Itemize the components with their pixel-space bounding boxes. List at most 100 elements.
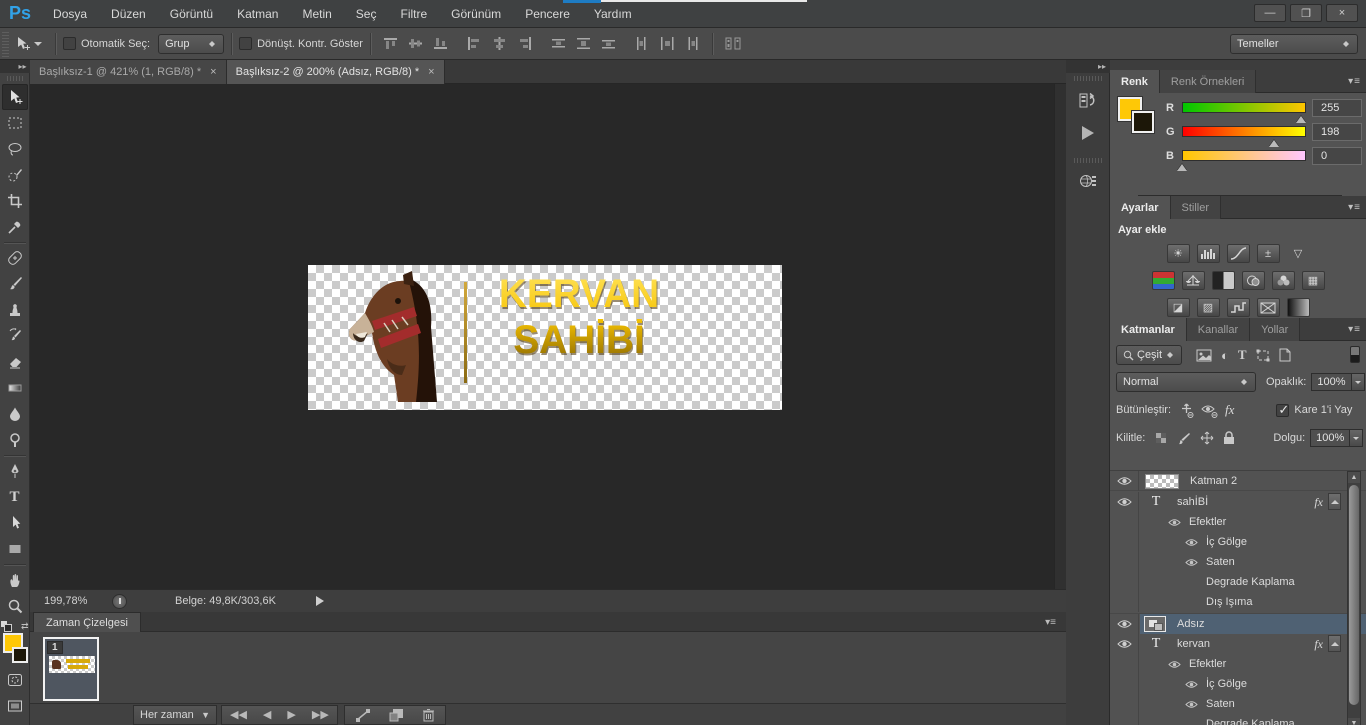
expand-dock-icon[interactable]: ▸▸ (1066, 60, 1110, 73)
previous-frame-button[interactable]: ◀ (263, 708, 271, 721)
color-balance-icon[interactable] (1181, 271, 1205, 290)
auto-select-checkbox[interactable] (63, 37, 76, 50)
adjustments-panel-menu-icon[interactable]: ▾≡ (1348, 202, 1361, 213)
healing-brush-tool[interactable] (2, 245, 28, 271)
effect-row-degrade[interactable]: Degrade Kaplama (1110, 714, 1366, 725)
swap-colors-icon[interactable]: ⇄ (21, 621, 29, 632)
tab-katmanlar[interactable]: Katmanlar (1110, 318, 1187, 341)
gradient-map-icon[interactable] (1286, 298, 1310, 317)
red-slider-thumb[interactable] (1296, 111, 1306, 123)
layer-filtering-toggle[interactable] (1350, 346, 1360, 363)
show-transform-controls-checkbox[interactable] (239, 37, 253, 50)
distribute-vertical-centers-icon[interactable] (576, 37, 591, 50)
scroll-up-icon[interactable]: ▲ (1348, 472, 1360, 483)
filter-smart-objects-icon[interactable] (1279, 348, 1291, 362)
fill-dropdown-button[interactable] (1350, 429, 1364, 447)
first-frame-button[interactable]: ◀◀ (230, 708, 247, 721)
tab-renk-ornekleri[interactable]: Renk Örnekleri (1159, 70, 1257, 93)
brush-tool[interactable] (2, 271, 28, 297)
exposure-icon[interactable]: ± (1256, 244, 1280, 263)
dodge-tool[interactable] (2, 427, 28, 453)
opacity-dropdown-button[interactable] (1351, 373, 1365, 391)
hue-saturation-icon[interactable] (1151, 271, 1175, 290)
align-vertical-centers-icon[interactable] (408, 37, 423, 50)
visibility-toggle[interactable] (1110, 634, 1139, 654)
scrollbar-thumb[interactable] (1349, 485, 1359, 705)
close-tab-icon[interactable]: × (428, 66, 434, 78)
layer-thumbnail[interactable] (1145, 473, 1179, 489)
panel-background-swatch[interactable] (1132, 111, 1154, 133)
timeline-panel-menu-icon[interactable]: ▾≡ (1045, 617, 1056, 628)
visibility-toggle[interactable] (1110, 492, 1139, 512)
effect-row-dis-isima[interactable]: Dış Işıma (1110, 592, 1366, 612)
layer-name[interactable]: sahİBİ (1177, 496, 1208, 508)
animation-frame-1[interactable]: 1 (43, 637, 99, 701)
eraser-tool[interactable] (2, 349, 28, 375)
layers-panel-menu-icon[interactable]: ▾≡ (1348, 324, 1361, 335)
brightness-contrast-icon[interactable]: ☀ (1166, 244, 1190, 263)
vibrance-icon[interactable]: ▽ (1287, 244, 1310, 263)
align-top-edges-icon[interactable] (383, 37, 398, 50)
blue-channel-slider[interactable] (1182, 150, 1306, 161)
move-tool[interactable] (1, 84, 28, 110)
quick-mask-mode-button[interactable] (2, 667, 28, 693)
invert-icon[interactable]: ◪ (1166, 298, 1190, 317)
eye-icon[interactable] (1168, 660, 1181, 669)
eye-icon[interactable] (1185, 700, 1198, 709)
zoom-tool[interactable] (2, 593, 28, 619)
green-channel-slider[interactable] (1182, 126, 1306, 137)
hand-tool[interactable] (2, 567, 28, 593)
eye-icon[interactable] (1185, 538, 1198, 547)
status-flyout-arrow-icon[interactable] (315, 596, 329, 606)
canvas-vertical-scrollbar[interactable] (1054, 84, 1066, 589)
filter-pixel-layers-icon[interactable] (1196, 349, 1212, 362)
blue-slider-thumb[interactable] (1177, 159, 1187, 171)
eyedropper-tool[interactable] (2, 214, 28, 240)
unify-position-icon[interactable] (1179, 403, 1194, 418)
align-bottom-edges-icon[interactable] (433, 37, 448, 50)
eye-icon[interactable] (1185, 680, 1198, 689)
pen-tool[interactable] (2, 458, 28, 484)
layer-row-sahibi[interactable]: T sahİBİ fx (1110, 492, 1366, 512)
eye-icon[interactable] (1185, 558, 1198, 567)
next-frame-button[interactable]: ▶▶ (312, 708, 329, 721)
lock-transparent-pixels-icon[interactable] (1155, 432, 1168, 445)
crop-tool[interactable] (2, 188, 28, 214)
distribute-horizontal-centers-icon[interactable] (660, 37, 675, 50)
layer-name[interactable]: Adsız (1177, 618, 1205, 630)
tween-button[interactable] (355, 708, 371, 722)
layer-row-adsiz-selected[interactable]: Adsız (1110, 613, 1366, 634)
lock-all-icon[interactable] (1223, 431, 1235, 445)
document-tab-2[interactable]: Başlıksız-2 @ 200% (Adsız, RGB/8) * × (226, 60, 445, 84)
menu-pencere[interactable]: Pencere (513, 0, 582, 28)
tab-yollar[interactable]: Yollar (1250, 318, 1301, 341)
blue-channel-value[interactable]: 0 (1312, 147, 1362, 165)
timeline-tab[interactable]: Zaman Çizelgesi (33, 612, 141, 632)
visibility-toggle[interactable] (1110, 614, 1139, 634)
canvas-pasteboard[interactable]: KERVAN SAHİBİ (30, 84, 1066, 589)
align-right-edges-icon[interactable] (517, 37, 532, 50)
layer-row-kervan[interactable]: T kervan fx (1110, 634, 1366, 654)
distribute-right-edges-icon[interactable] (685, 37, 700, 50)
screen-mode-button[interactable] (2, 693, 28, 719)
menu-duzen[interactable]: Düzen (99, 0, 158, 28)
layer-thumbnail[interactable] (1144, 616, 1166, 632)
type-tool[interactable]: T (2, 484, 28, 510)
color-lookup-icon[interactable]: ▦ (1301, 271, 1325, 290)
effects-label[interactable]: Efektler (1189, 516, 1226, 528)
minimize-button[interactable]: — (1254, 4, 1286, 22)
banner-image[interactable]: KERVAN SAHİBİ (308, 265, 782, 410)
history-brush-tool[interactable] (2, 323, 28, 349)
menu-metin[interactable]: Metin (290, 0, 343, 28)
align-horizontal-centers-icon[interactable] (492, 37, 507, 50)
tab-renk[interactable]: Renk (1110, 70, 1160, 93)
filter-adjustment-layers-icon[interactable]: ◐ (1221, 348, 1229, 363)
collapse-effects-button[interactable] (1328, 635, 1341, 652)
workspace-switcher-dropdown[interactable]: Temeller (1230, 33, 1358, 54)
gradient-tool[interactable] (2, 375, 28, 401)
effect-name[interactable]: Saten (1206, 556, 1235, 568)
effect-row-degrade[interactable]: Degrade Kaplama (1110, 572, 1366, 592)
green-channel-value[interactable]: 198 (1312, 123, 1362, 141)
lock-image-pixels-icon[interactable] (1177, 432, 1191, 445)
auto-align-layers-icon[interactable] (725, 37, 742, 50)
